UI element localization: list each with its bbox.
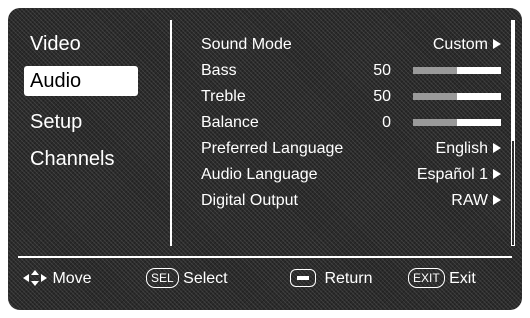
exit-key-icon: EXIT xyxy=(408,267,445,288)
menu-divider xyxy=(170,20,172,246)
dpad-icon xyxy=(23,269,47,286)
audio-language-value: Español 1 xyxy=(416,166,488,183)
slider-fill xyxy=(413,119,457,126)
setting-value: RAW xyxy=(451,189,501,213)
digital-output-value: RAW xyxy=(451,192,488,209)
setting-sound-mode[interactable]: Sound Mode Custom xyxy=(201,33,501,57)
sidebar-item-channels[interactable]: Channels xyxy=(30,149,115,169)
setting-label: Audio Language xyxy=(201,166,318,183)
sidebar-item-setup[interactable]: Setup xyxy=(30,112,82,132)
triangle-right-icon xyxy=(493,142,501,153)
footer-select: SEL Select xyxy=(146,266,228,292)
preferred-language-value: English xyxy=(435,140,488,157)
footer-return: Return xyxy=(290,266,372,292)
footer-move: Move xyxy=(22,266,92,292)
setting-digital-output[interactable]: Digital Output RAW xyxy=(201,189,501,213)
triangle-right-icon xyxy=(493,38,501,49)
footer-exit-label: Exit xyxy=(449,270,476,287)
footer-exit: EXIT Exit xyxy=(408,266,476,292)
setting-label: Balance xyxy=(201,114,259,131)
setting-value: 0 xyxy=(382,114,391,131)
setting-value: English xyxy=(436,137,501,161)
setting-label: Preferred Language xyxy=(201,140,344,157)
return-key-icon xyxy=(290,268,316,287)
sel-key-icon: SEL xyxy=(146,267,179,288)
sound-mode-value: Custom xyxy=(432,36,488,53)
setting-label: Treble xyxy=(201,88,246,105)
setting-bass[interactable]: Bass 50 xyxy=(201,59,501,83)
setting-preferred-language[interactable]: Preferred Language English xyxy=(201,137,501,161)
footer-return-label: Return xyxy=(324,270,373,287)
sidebar-item-audio[interactable]: Audio xyxy=(24,66,138,96)
treble-slider[interactable] xyxy=(413,93,501,100)
setting-audio-language[interactable]: Audio Language Español 1 xyxy=(201,163,501,187)
setting-value: 50 xyxy=(373,62,391,79)
slider-fill xyxy=(413,93,457,100)
balance-slider[interactable] xyxy=(413,119,501,126)
setting-label: Digital Output xyxy=(201,192,298,209)
bass-slider[interactable] xyxy=(413,67,501,74)
scrollbar-thumb[interactable] xyxy=(512,21,514,141)
tv-menu: Video Audio Setup Channels Sound Mode Cu… xyxy=(8,8,522,310)
setting-value: Custom xyxy=(433,33,501,57)
setting-label: Bass xyxy=(201,62,237,79)
triangle-right-icon xyxy=(493,194,501,205)
setting-balance[interactable]: Balance 0 xyxy=(201,111,501,135)
footer-select-label: Select xyxy=(183,270,228,287)
setting-label: Sound Mode xyxy=(201,36,292,53)
footer-divider xyxy=(18,256,512,258)
triangle-right-icon xyxy=(493,168,501,179)
sidebar-item-video[interactable]: Video xyxy=(30,34,81,54)
scrollbar[interactable] xyxy=(511,20,515,246)
setting-treble[interactable]: Treble 50 xyxy=(201,85,501,109)
setting-value: 50 xyxy=(373,88,391,105)
footer-move-label: Move xyxy=(52,270,92,287)
setting-value: Español 1 xyxy=(417,163,501,187)
sidebar: Video Audio Setup Channels xyxy=(8,8,168,248)
slider-fill xyxy=(413,67,457,74)
